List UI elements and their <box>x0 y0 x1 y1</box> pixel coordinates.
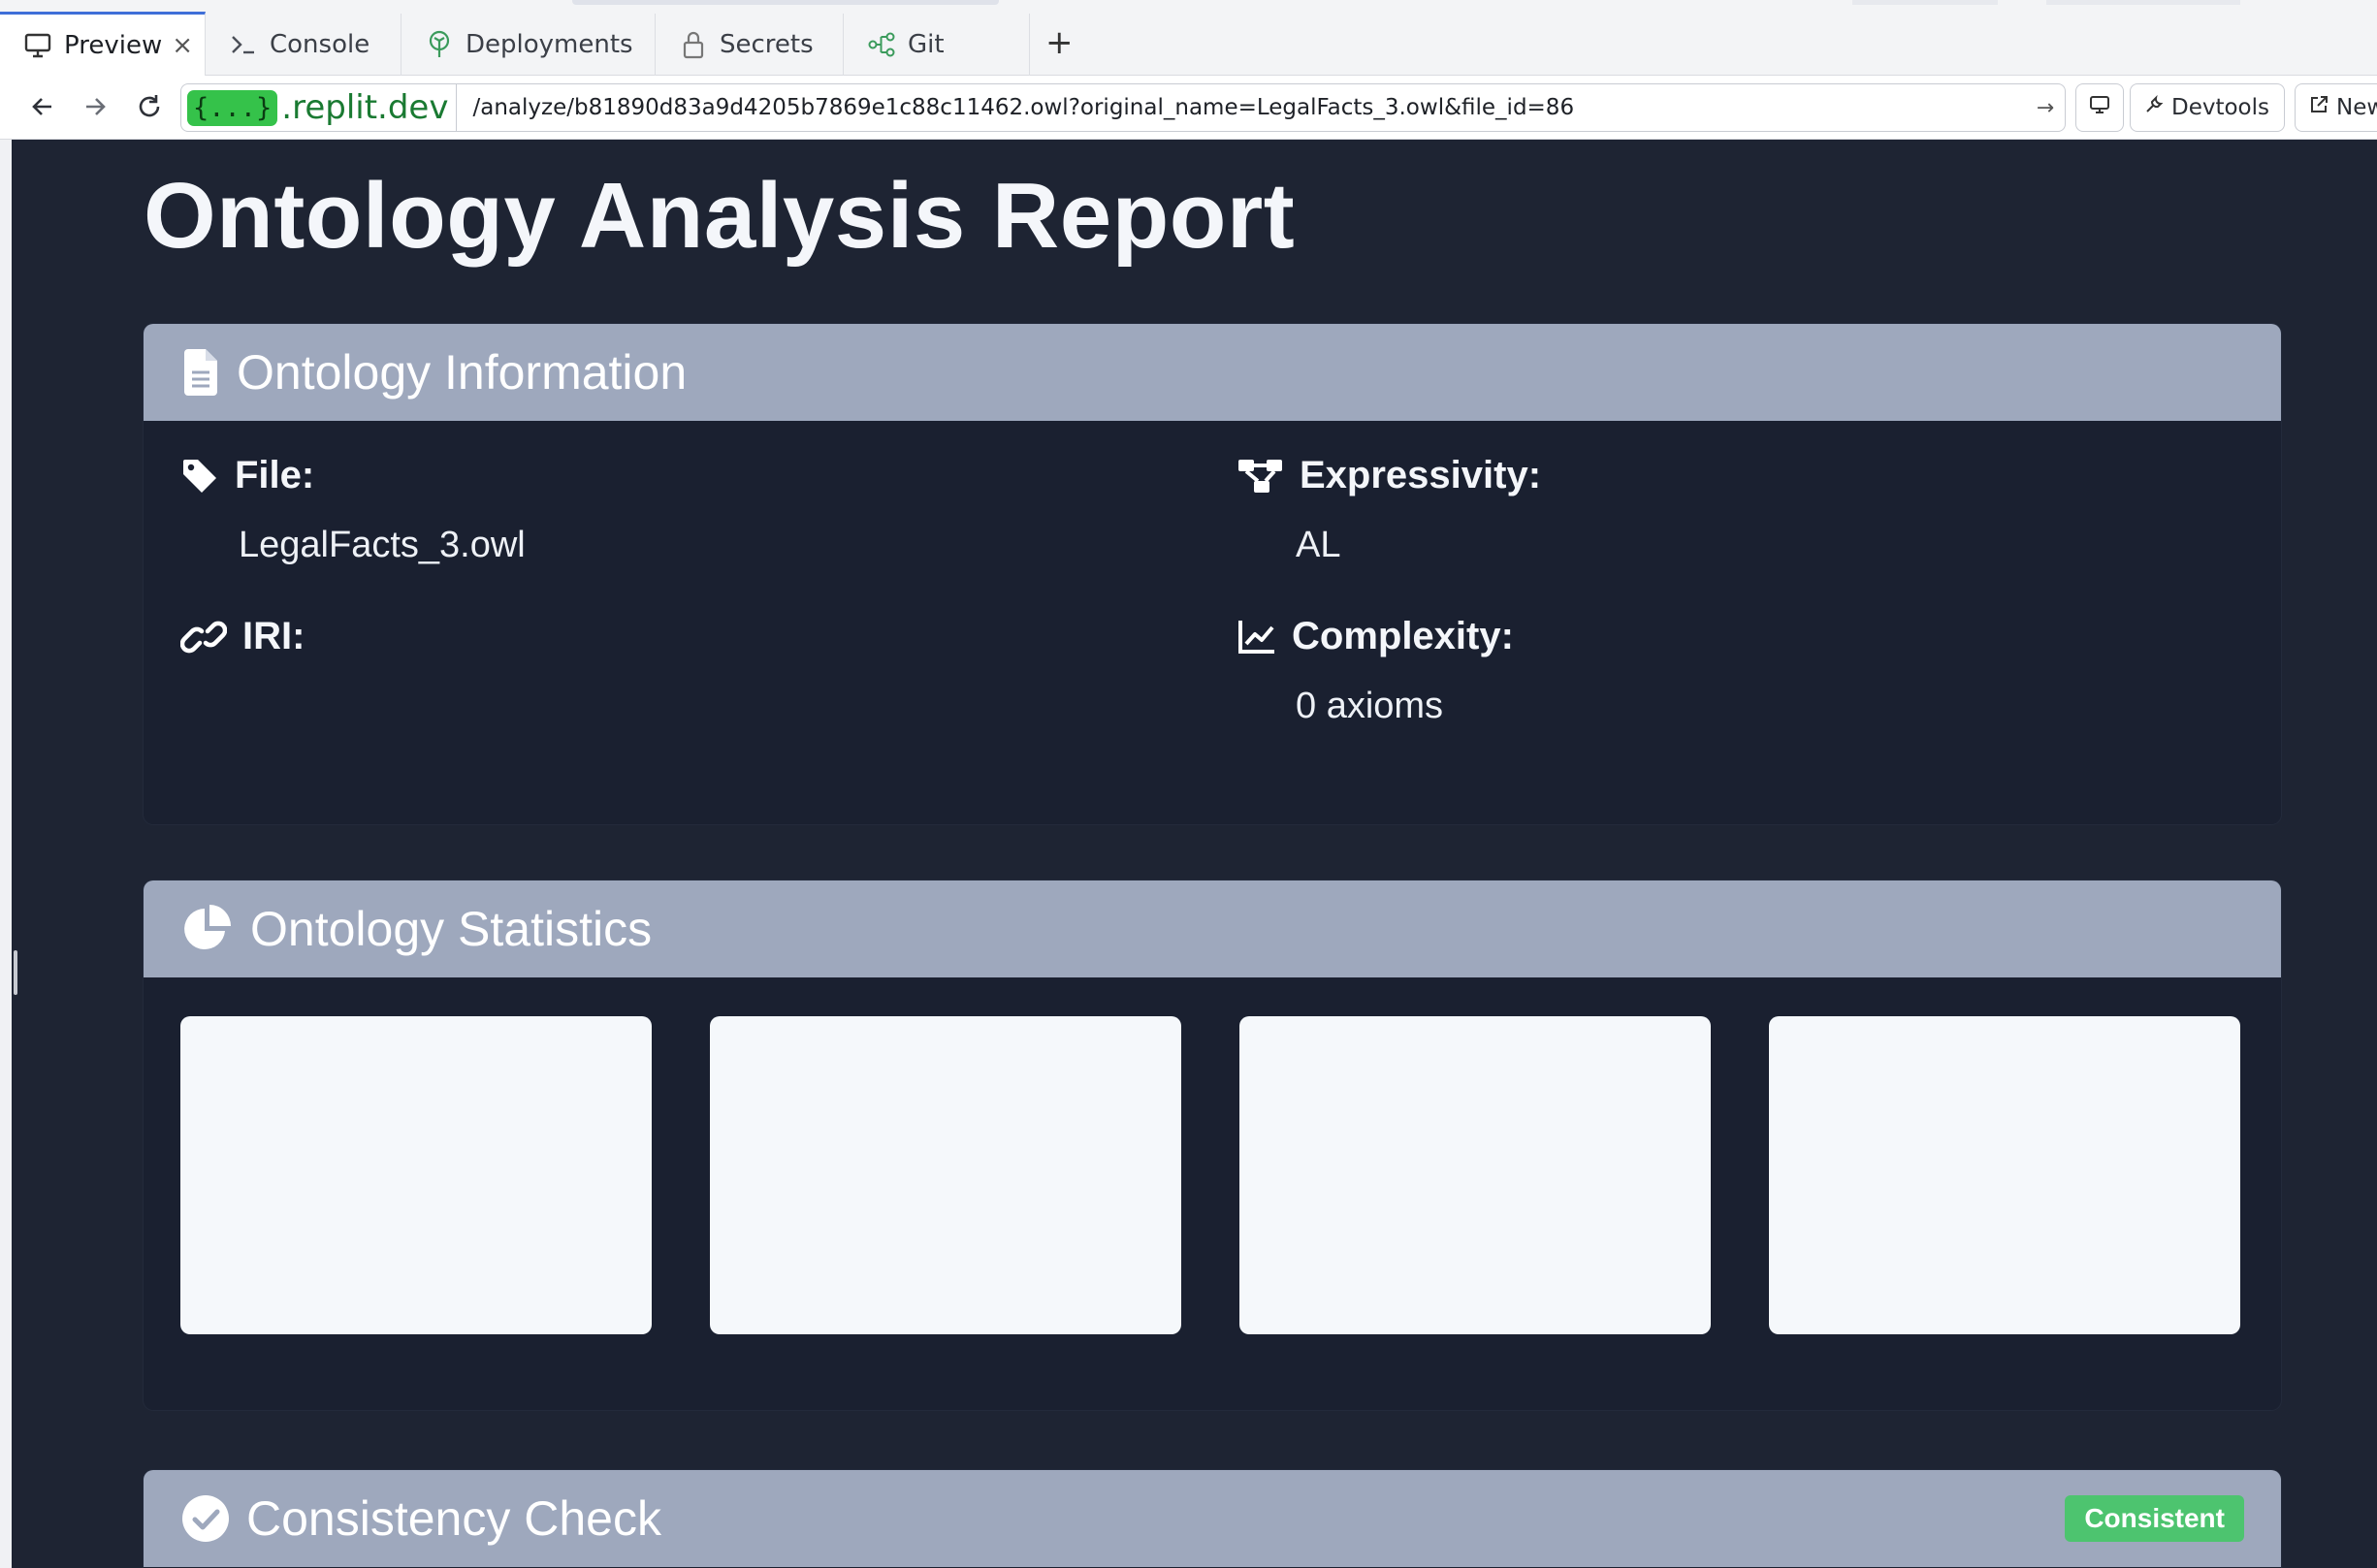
line-chart-icon <box>1237 618 1276 656</box>
field-label: Expressivity: <box>1237 454 1541 497</box>
forward-arrow-icon[interactable] <box>76 87 114 126</box>
tab-label: Preview <box>64 30 163 60</box>
ontology-statistics-card: Ontology Statistics <box>144 880 2281 1410</box>
tab-label: Console <box>270 30 370 59</box>
top-strip <box>1852 0 1998 5</box>
top-strip <box>572 0 999 5</box>
file-field: File: LegalFacts_3.owl <box>180 454 526 566</box>
tab-label: Git <box>908 30 945 59</box>
new-tab-button[interactable]: + <box>1045 23 1074 62</box>
domain-text: .replit.dev <box>281 88 449 127</box>
tab-secrets[interactable]: Secrets <box>656 14 844 76</box>
new-window-button[interactable]: New <box>2295 83 2377 132</box>
resize-handle[interactable] <box>14 950 17 995</box>
card-header: Ontology Information <box>144 324 2281 421</box>
device-toggle-button[interactable] <box>2075 83 2124 132</box>
tab-git[interactable]: Git <box>844 14 1030 76</box>
sitemap-icon <box>1237 457 1284 496</box>
file-icon <box>180 349 221 396</box>
check-circle-icon <box>180 1495 231 1542</box>
report-page: Ontology Analysis Report Ontology Inform… <box>12 140 2377 1568</box>
iri-field: IRI: <box>180 615 305 686</box>
tab-label: Deployments <box>466 30 633 59</box>
field-label: File: <box>180 454 526 497</box>
git-branch-icon <box>867 30 896 59</box>
page-title: Ontology Analysis Report <box>144 164 1296 268</box>
stat-box <box>180 1016 652 1334</box>
expressivity-value: AL <box>1296 525 1341 565</box>
go-arrow-icon[interactable]: → <box>2026 96 2065 120</box>
field-label: IRI: <box>180 615 305 658</box>
card-title: Consistency Check <box>246 1491 661 1546</box>
browser-tab-bar: Preview × Console Deployments Secrets Gi… <box>0 0 2377 76</box>
devtools-button[interactable]: Devtools <box>2130 83 2285 132</box>
card-header: Ontology Statistics <box>144 880 2281 977</box>
new-window-label: New <box>2336 95 2377 120</box>
tag-icon <box>180 457 219 496</box>
terminal-icon <box>229 30 258 59</box>
url-path[interactable]: /analyze/b81890d83a9d4205b7869e1c88c1146… <box>457 95 2026 120</box>
monitor-icon <box>23 31 52 60</box>
external-link-icon <box>2309 95 2329 120</box>
card-header: Consistency Check Consistent <box>144 1470 2281 1567</box>
stat-box <box>710 1016 1181 1334</box>
card-title: Ontology Information <box>237 345 688 400</box>
link-icon <box>180 618 227 656</box>
complexity-value: 0 axioms <box>1296 686 1444 726</box>
tab-deployments[interactable]: Deployments <box>402 14 656 76</box>
top-strip <box>2046 0 2240 5</box>
reload-icon[interactable] <box>130 87 169 126</box>
url-bar[interactable]: {...} .replit.dev /analyze/b81890d83a9d4… <box>180 83 2066 132</box>
lock-icon <box>679 30 708 59</box>
ontology-info-card: Ontology Information File: LegalFacts_3.… <box>144 324 2281 824</box>
field-label: Complexity: <box>1237 615 1514 658</box>
pie-chart-icon <box>180 905 235 952</box>
devtools-label: Devtools <box>2171 95 2270 120</box>
deployments-icon <box>425 30 454 59</box>
monitor-icon <box>2089 95 2110 120</box>
consistency-check-card: Consistency Check Consistent <box>144 1470 2281 1568</box>
stat-box <box>1239 1016 1711 1334</box>
address-bar: {...} .replit.dev /analyze/b81890d83a9d4… <box>0 76 2377 140</box>
replit-badge: {...} <box>187 89 278 126</box>
url-domain: {...} .replit.dev <box>181 84 458 131</box>
expressivity-field: Expressivity: AL <box>1237 454 1541 566</box>
tab-console[interactable]: Console <box>206 14 402 76</box>
close-icon[interactable]: × <box>172 31 193 60</box>
tab-label: Secrets <box>720 30 814 59</box>
card-title: Ontology Statistics <box>250 902 653 956</box>
status-badge: Consistent <box>2065 1495 2244 1542</box>
back-arrow-icon[interactable] <box>23 87 62 126</box>
tab-preview[interactable]: Preview × <box>0 12 206 76</box>
complexity-field: Complexity: 0 axioms <box>1237 615 1514 727</box>
stat-box <box>1769 1016 2240 1334</box>
file-value: LegalFacts_3.owl <box>239 525 526 565</box>
wrench-icon <box>2144 94 2164 120</box>
